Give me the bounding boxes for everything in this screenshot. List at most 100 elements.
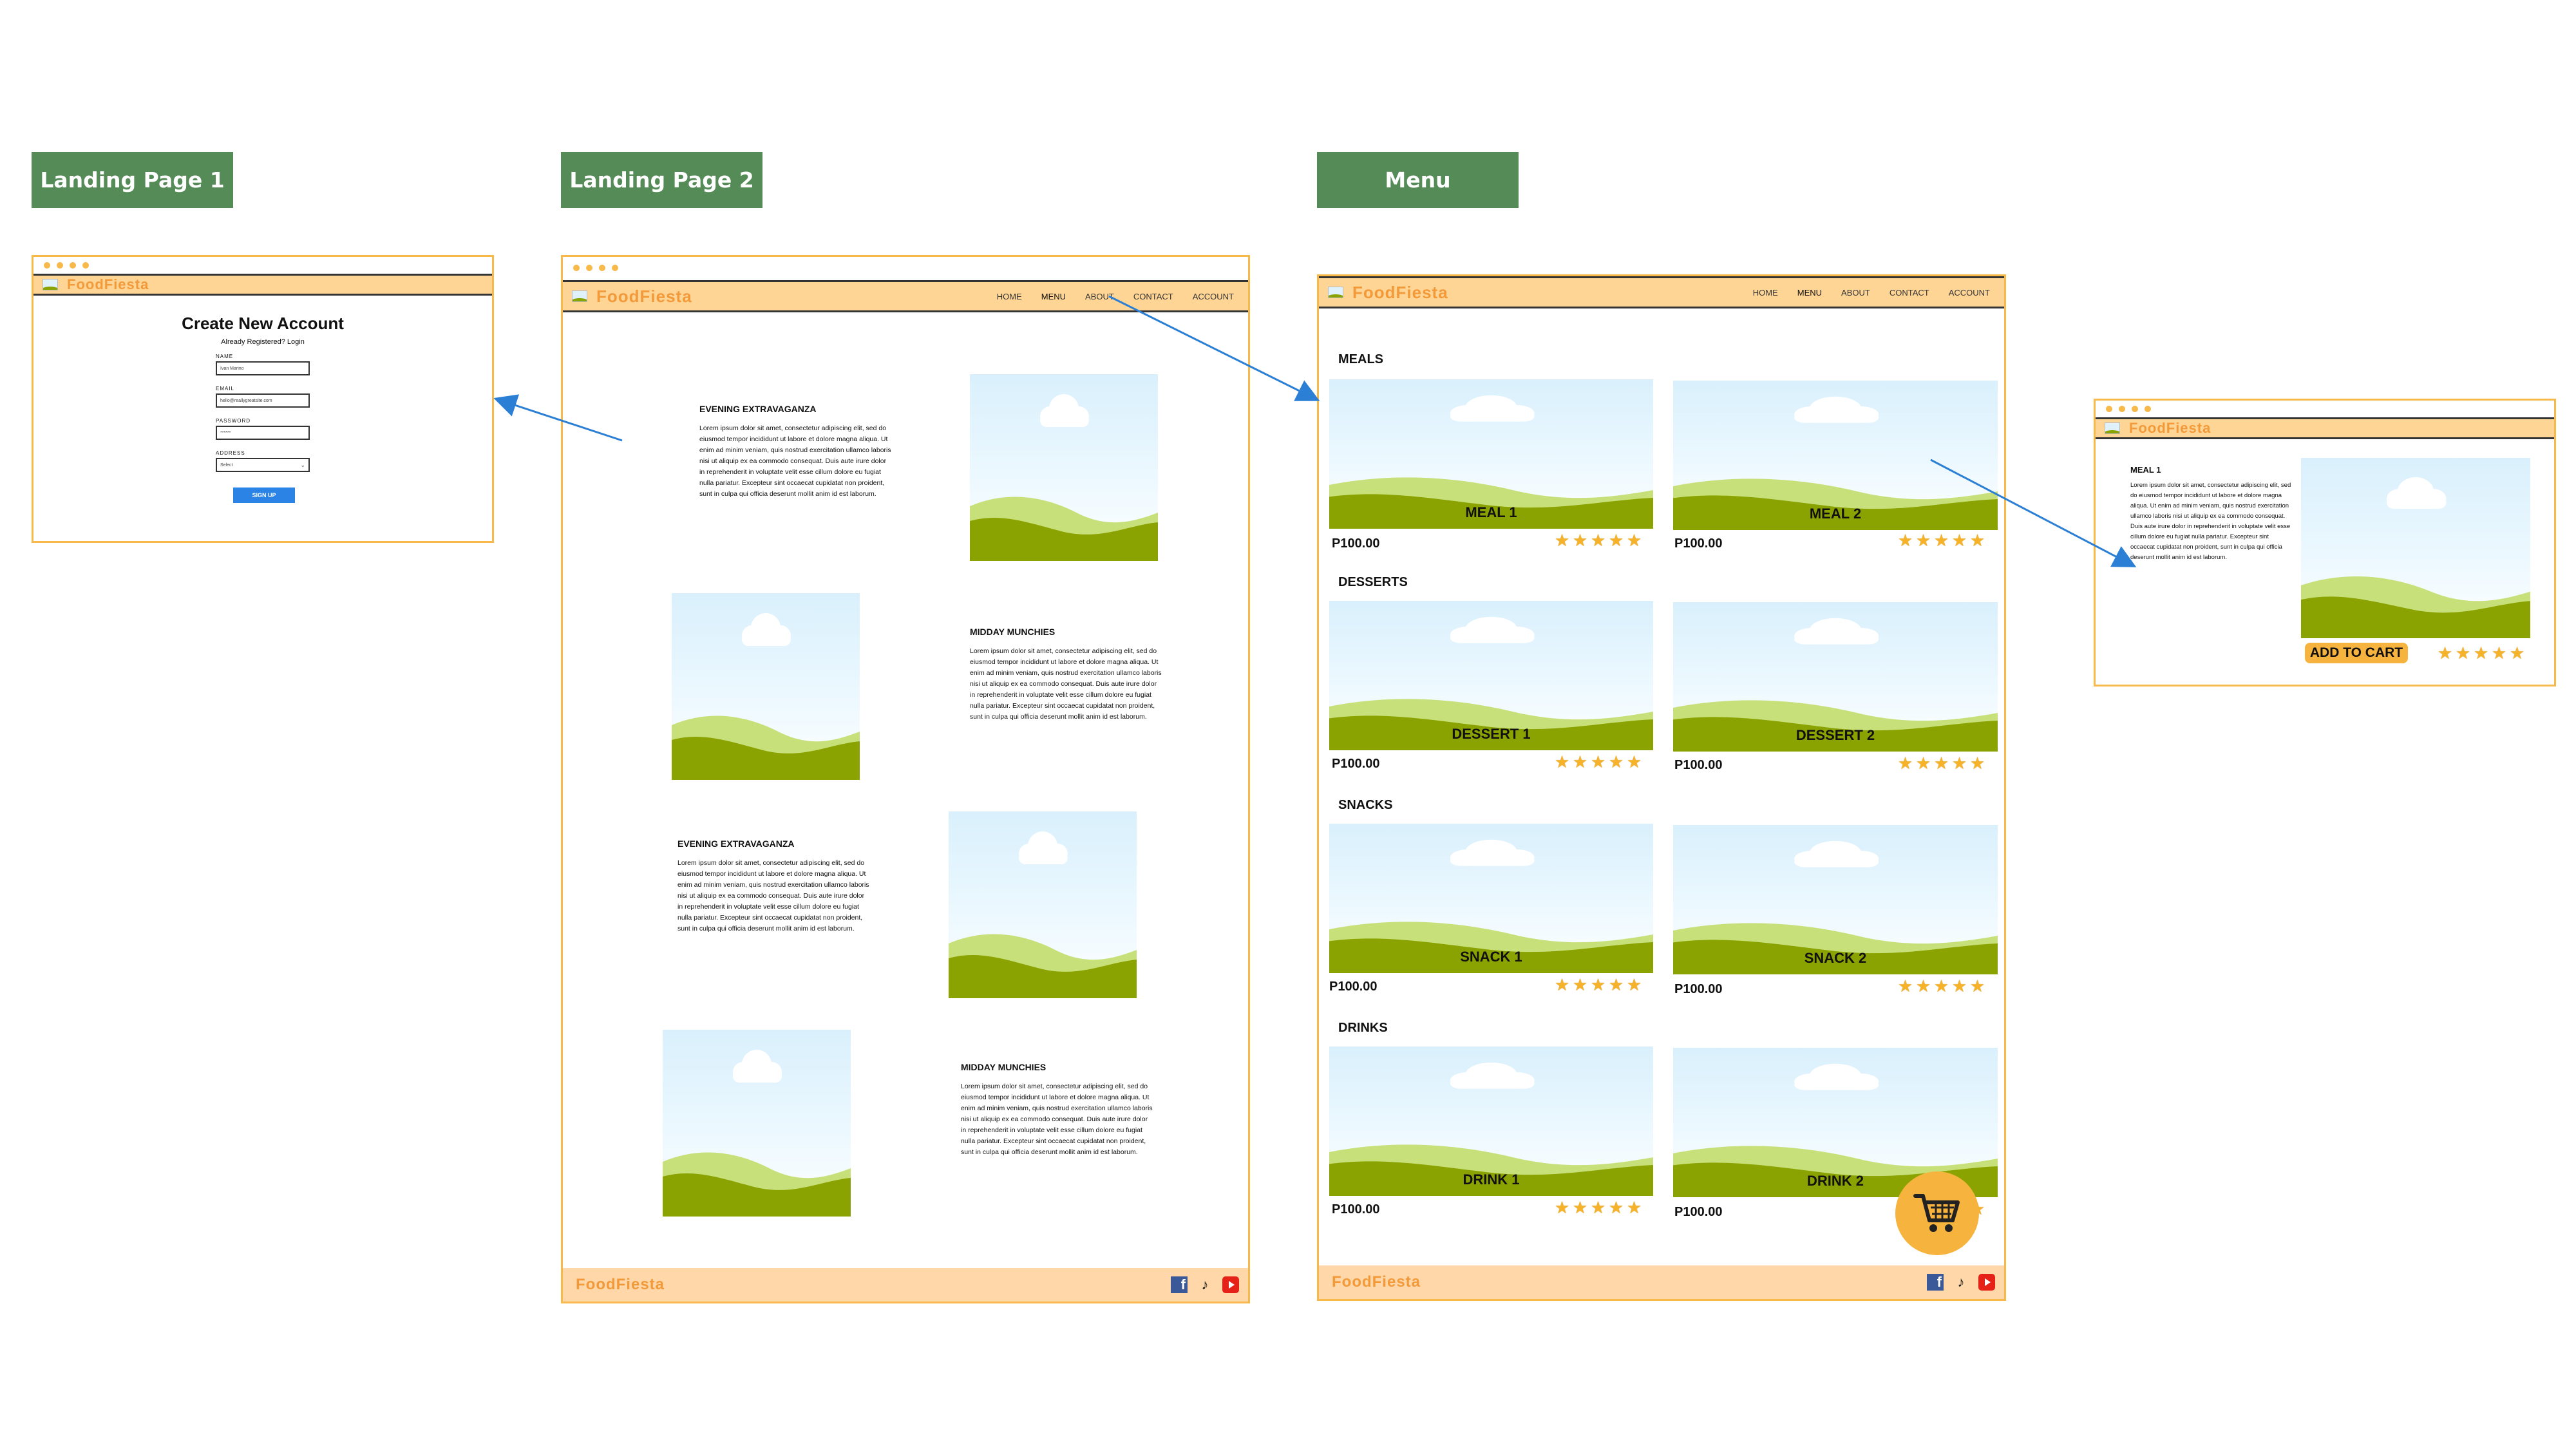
star-rating[interactable]: ★★★★★ xyxy=(1554,976,1642,993)
star-icon[interactable]: ★ xyxy=(1572,976,1588,993)
menu-item-image[interactable]: DESSERT 1 xyxy=(1329,601,1653,750)
star-icon[interactable]: ★ xyxy=(1915,978,1931,994)
star-icon[interactable]: ★ xyxy=(2455,645,2471,661)
star-icon[interactable]: ★ xyxy=(1590,532,1606,549)
star-icon[interactable]: ★ xyxy=(1915,532,1931,549)
star-icon[interactable]: ★ xyxy=(1969,978,1985,994)
star-rating[interactable]: ★★★★★ xyxy=(1554,753,1642,770)
facebook-icon[interactable]: f xyxy=(1927,1274,1944,1291)
star-rating[interactable]: ★★★★★ xyxy=(1554,1199,1642,1216)
star-icon[interactable]: ★ xyxy=(1897,978,1913,994)
brand-logo-text[interactable]: FoodFiesta xyxy=(67,276,149,293)
category-title: MEALS xyxy=(1338,352,1383,366)
star-icon[interactable]: ★ xyxy=(1554,976,1570,993)
nav-home[interactable]: HOME xyxy=(1753,288,1778,298)
address-select[interactable]: Select ⌄ xyxy=(216,458,310,472)
star-icon[interactable]: ★ xyxy=(1608,1199,1624,1216)
star-rating[interactable]: ★★★★★ xyxy=(1897,755,1985,772)
star-rating[interactable]: ★★★★★ xyxy=(1897,532,1985,549)
brand-logo-text[interactable]: FoodFiesta xyxy=(596,287,692,307)
star-icon[interactable]: ★ xyxy=(1572,532,1588,549)
star-icon[interactable]: ★ xyxy=(1969,755,1985,772)
star-rating[interactable]: ★★★★★ xyxy=(1897,978,1985,994)
star-icon[interactable]: ★ xyxy=(1572,1199,1588,1216)
cart-button[interactable] xyxy=(1895,1171,1979,1255)
star-icon[interactable]: ★ xyxy=(1897,532,1913,549)
tiktok-icon[interactable]: ♪ xyxy=(1197,1276,1213,1293)
menu-item-image[interactable]: SNACK 1 xyxy=(1329,824,1653,973)
tiktok-icon[interactable]: ♪ xyxy=(1953,1274,1969,1291)
youtube-icon[interactable] xyxy=(1222,1276,1239,1293)
add-to-cart-button[interactable]: ADD TO CART xyxy=(2305,643,2408,663)
star-icon[interactable]: ★ xyxy=(1933,755,1949,772)
facebook-icon[interactable]: f xyxy=(1171,1276,1188,1293)
star-icon[interactable]: ★ xyxy=(1626,1199,1642,1216)
menu-item-name: MEAL 2 xyxy=(1809,506,1862,522)
header-bar: FoodFiesta xyxy=(2096,417,2554,439)
nav-contact[interactable]: CONTACT xyxy=(1889,288,1929,298)
nav-about[interactable]: ABOUT xyxy=(1085,292,1114,301)
star-icon[interactable]: ★ xyxy=(2491,645,2507,661)
nav-account[interactable]: ACCOUNT xyxy=(1193,292,1234,301)
nav-home[interactable]: HOME xyxy=(997,292,1022,301)
youtube-icon[interactable] xyxy=(1978,1274,1995,1291)
star-icon[interactable]: ★ xyxy=(1915,755,1931,772)
email-label: EMAIL xyxy=(216,386,235,392)
star-icon[interactable]: ★ xyxy=(1951,532,1967,549)
star-icon[interactable]: ★ xyxy=(1897,755,1913,772)
landscape-placeholder xyxy=(663,1050,851,1217)
star-icon[interactable]: ★ xyxy=(1951,978,1967,994)
nav-menu[interactable]: MENU xyxy=(1041,292,1066,301)
label-landing-page-1: Landing Page 1 xyxy=(32,152,233,208)
nav-contact[interactable]: CONTACT xyxy=(1133,292,1173,301)
detail-image xyxy=(2301,458,2530,638)
footer-brand[interactable]: FoodFiesta xyxy=(1332,1273,1421,1291)
menu-item-price: P100.00 xyxy=(1674,1205,1723,1219)
menu-item-image[interactable]: MEAL 1 xyxy=(1329,379,1653,529)
name-field[interactable]: Ivan Marino xyxy=(216,361,310,375)
password-field[interactable]: ****** xyxy=(216,426,310,440)
landscape-placeholder xyxy=(970,394,1158,561)
star-icon[interactable]: ★ xyxy=(1626,532,1642,549)
brand-logo-text[interactable]: FoodFiesta xyxy=(1352,283,1448,303)
nav-about[interactable]: ABOUT xyxy=(1841,288,1870,298)
star-icon[interactable]: ★ xyxy=(1608,753,1624,770)
nav-menu[interactable]: MENU xyxy=(1797,288,1822,298)
star-icon[interactable]: ★ xyxy=(1554,1199,1570,1216)
menu-item-image[interactable]: SNACK 2 xyxy=(1673,825,1998,974)
brand-logo-text[interactable]: FoodFiesta xyxy=(2129,420,2211,437)
sign-up-button[interactable]: SIGN UP xyxy=(233,488,295,503)
star-icon[interactable]: ★ xyxy=(1969,532,1985,549)
nav-account[interactable]: ACCOUNT xyxy=(1949,288,1990,298)
login-link[interactable]: Already Registered? Login xyxy=(33,338,492,346)
star-icon[interactable]: ★ xyxy=(1590,1199,1606,1216)
star-icon[interactable]: ★ xyxy=(1590,976,1606,993)
star-icon[interactable]: ★ xyxy=(1554,532,1570,549)
footer-brand[interactable]: FoodFiesta xyxy=(576,1276,665,1294)
star-icon[interactable]: ★ xyxy=(1626,753,1642,770)
detail-title: MEAL 1 xyxy=(2130,465,2161,475)
star-icon[interactable]: ★ xyxy=(1608,532,1624,549)
star-icon[interactable]: ★ xyxy=(2509,645,2525,661)
star-icon[interactable]: ★ xyxy=(1590,753,1606,770)
main-nav: HOME MENU ABOUT CONTACT ACCOUNT xyxy=(1753,288,1990,298)
star-rating[interactable]: ★★★★★ xyxy=(2437,645,2525,661)
star-rating[interactable]: ★★★★★ xyxy=(1554,532,1642,549)
star-icon[interactable]: ★ xyxy=(2437,645,2453,661)
star-icon[interactable]: ★ xyxy=(1933,978,1949,994)
chevron-down-icon: ⌄ xyxy=(300,461,305,468)
product-detail-frame: FoodFiesta MEAL 1 Lorem ipsum dolor sit … xyxy=(2094,399,2556,687)
menu-item-image[interactable]: DESSERT 2 xyxy=(1673,602,1998,752)
star-icon[interactable]: ★ xyxy=(1554,753,1570,770)
star-icon[interactable]: ★ xyxy=(1933,532,1949,549)
menu-item-image[interactable]: MEAL 2 xyxy=(1673,381,1998,530)
menu-item-price: P100.00 xyxy=(1332,536,1380,551)
star-icon[interactable]: ★ xyxy=(2473,645,2489,661)
email-field[interactable]: hello@reallygreatsite.com xyxy=(216,393,310,408)
star-icon[interactable]: ★ xyxy=(1951,755,1967,772)
star-icon[interactable]: ★ xyxy=(1572,753,1588,770)
menu-item-image[interactable]: DRINK 1 xyxy=(1329,1046,1653,1196)
star-icon[interactable]: ★ xyxy=(1626,976,1642,993)
header-bar: FoodFiesta HOME MENU ABOUT CONTACT ACCOU… xyxy=(563,280,1248,312)
star-icon[interactable]: ★ xyxy=(1608,976,1624,993)
